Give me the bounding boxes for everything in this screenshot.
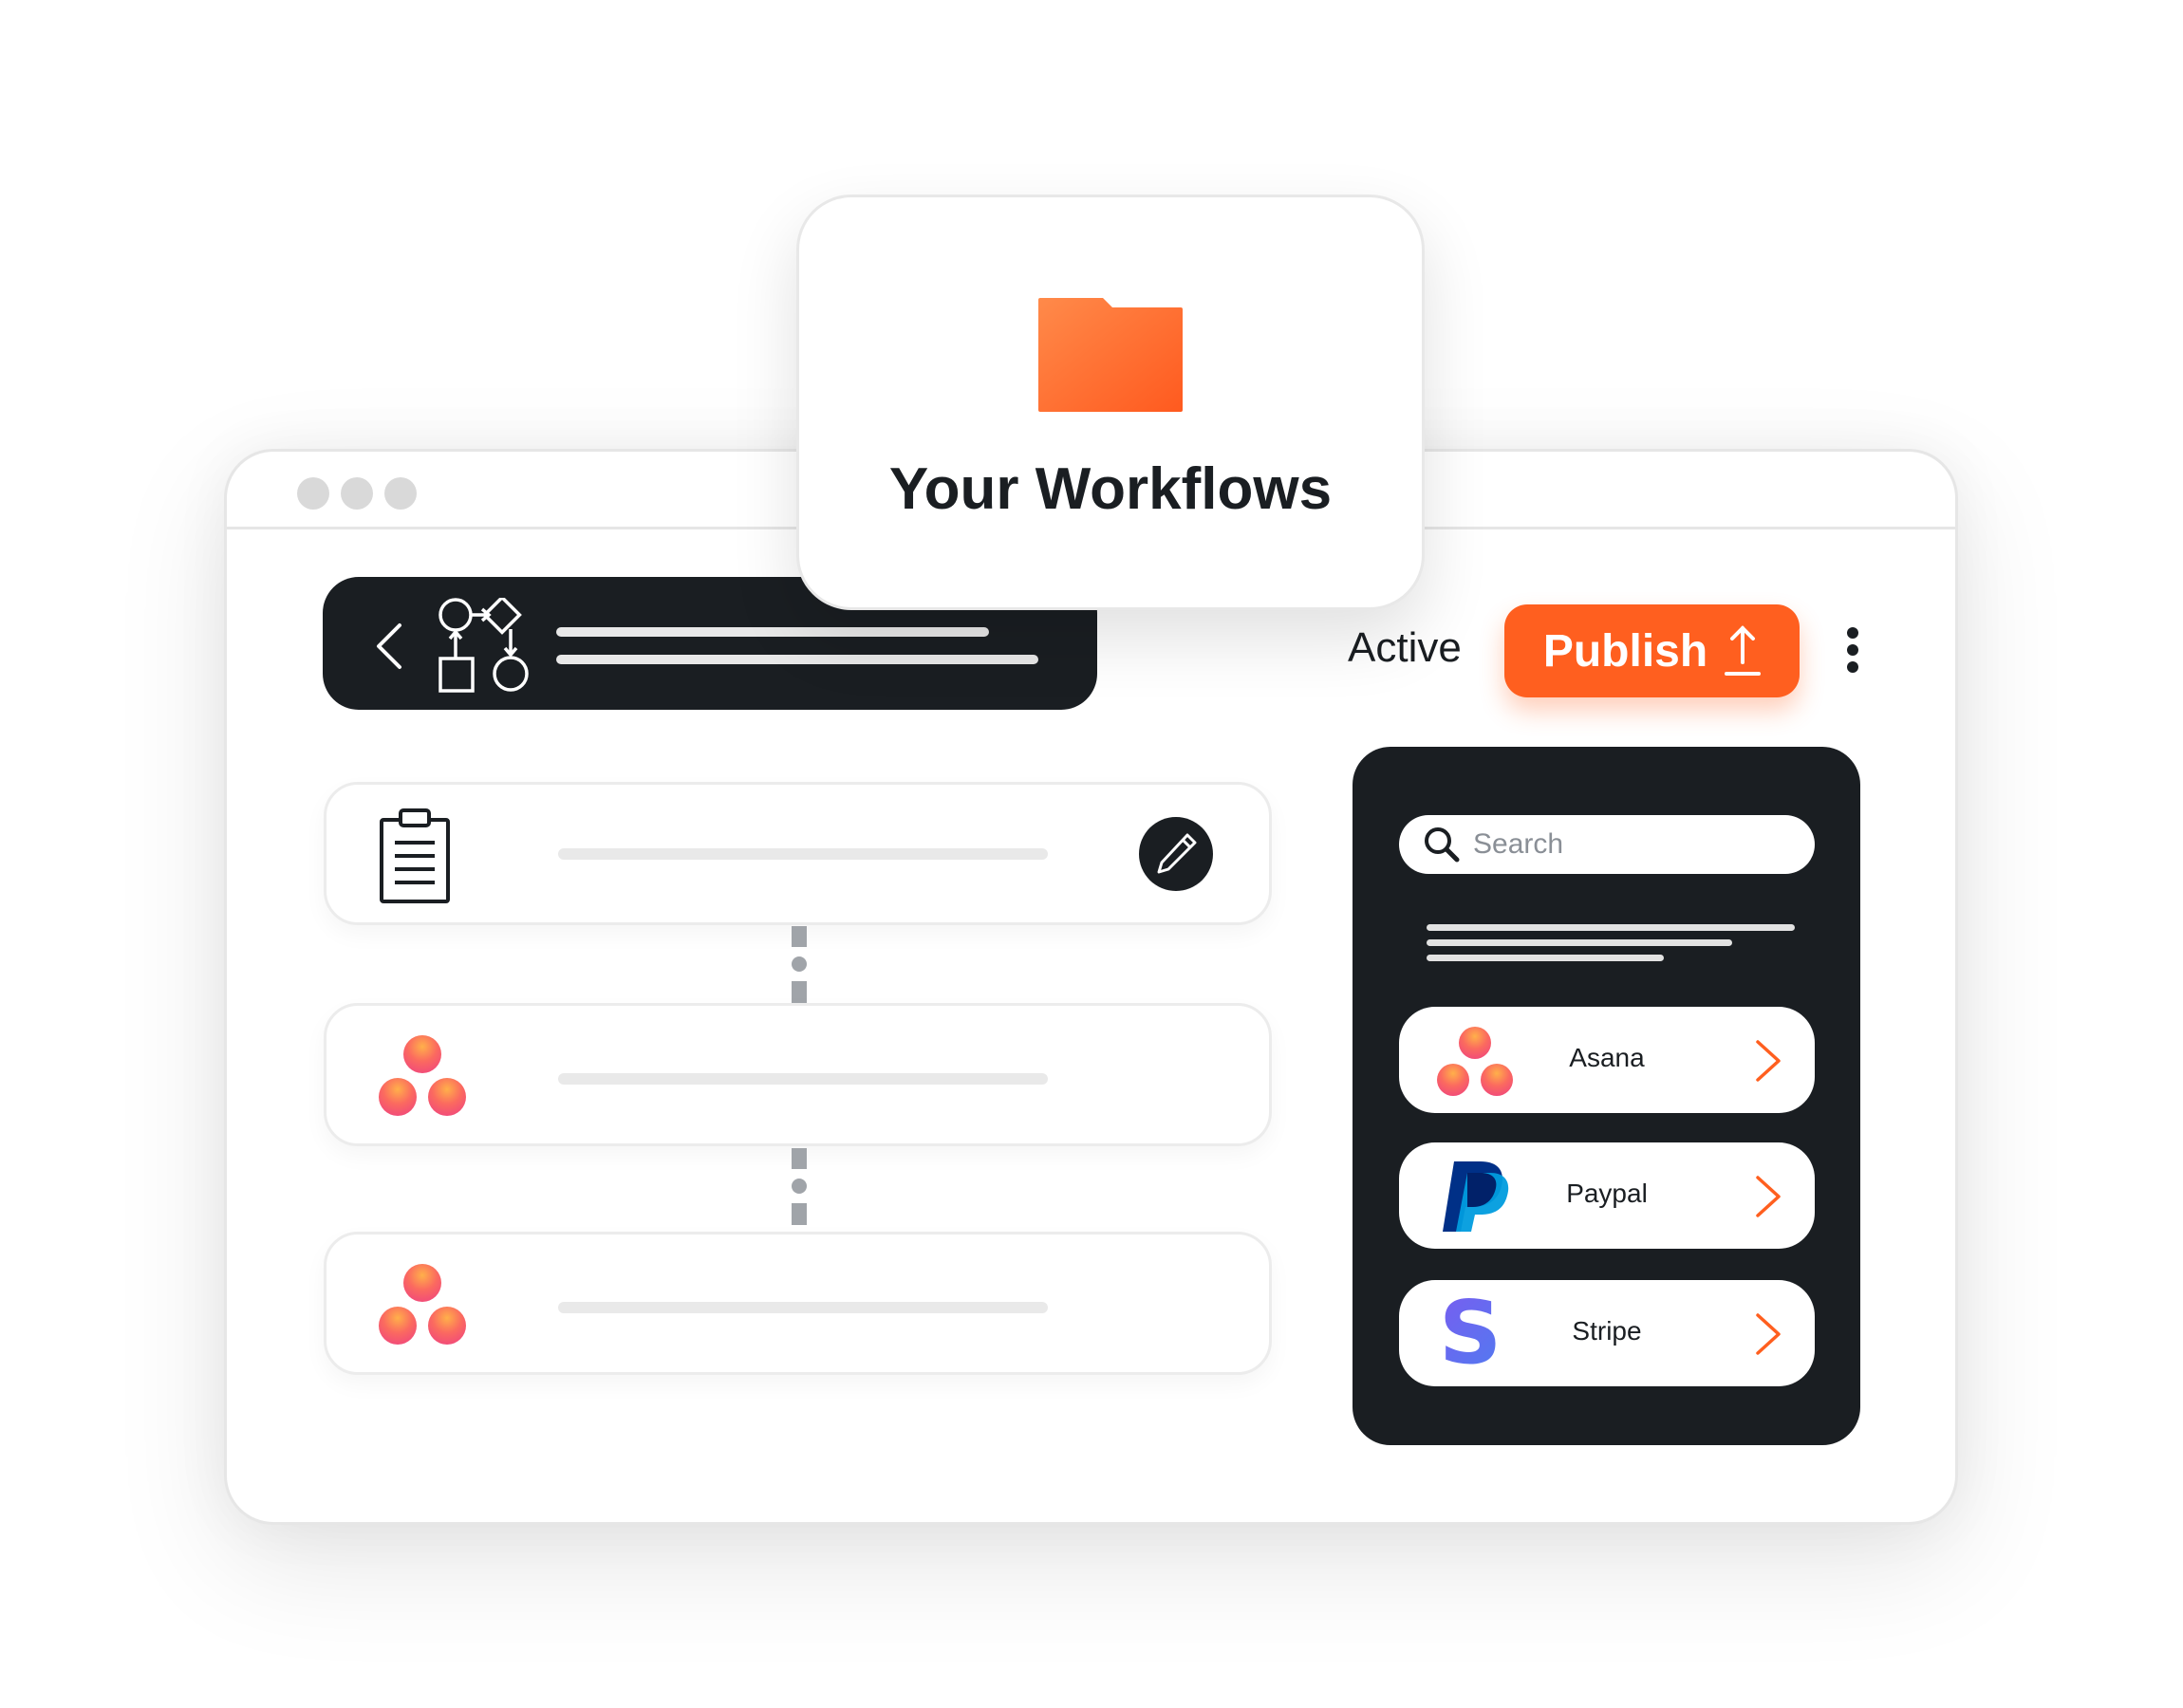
pencil-icon[interactable] (1138, 816, 1214, 892)
panel-text-placeholder-3 (1427, 955, 1664, 961)
workflows-title: Your Workflows (888, 456, 1333, 522)
app-label-paypal: Paypal (1566, 1179, 1648, 1208)
app-item-stripe[interactable]: S Stripe (1399, 1280, 1815, 1386)
workflow-step-asana-2[interactable] (324, 1232, 1272, 1375)
app-picker-panel: Asana Paypal S Stripe (1353, 747, 1860, 1445)
publish-button[interactable]: Publish (1504, 604, 1800, 697)
panel-text-placeholder-2 (1427, 939, 1732, 946)
app-item-paypal[interactable]: Paypal (1399, 1142, 1815, 1249)
step-connector (792, 926, 807, 1003)
your-workflows-card[interactable]: Your Workflows (796, 195, 1425, 610)
step-text-placeholder (558, 848, 1048, 860)
search-field[interactable] (1399, 815, 1815, 874)
app-item-asana[interactable]: Asana (1399, 1007, 1815, 1113)
publish-button-label: Publish (1542, 625, 1708, 677)
panel-text-placeholder-1 (1427, 924, 1795, 931)
header-text-placeholder-2 (556, 655, 1038, 664)
chevron-right-icon (1756, 1176, 1781, 1217)
chevron-right-icon (1756, 1040, 1781, 1082)
status-label[interactable]: Active (1348, 624, 1462, 672)
header-text-placeholder-1 (556, 627, 989, 637)
clipboard-icon (380, 808, 450, 903)
more-vertical-icon[interactable] (1846, 626, 1859, 674)
step-connector (792, 1148, 807, 1225)
window-dot-close[interactable] (297, 477, 329, 510)
chevron-right-icon (1756, 1313, 1781, 1355)
search-input[interactable] (1471, 827, 1779, 862)
window-dot-maximize[interactable] (384, 477, 417, 510)
flowchart-icon (438, 598, 529, 693)
workflow-step-asana-1[interactable] (324, 1003, 1272, 1146)
asana-logo-icon (379, 1035, 466, 1116)
asana-logo-icon (379, 1264, 466, 1345)
step-text-placeholder (558, 1302, 1048, 1313)
chevron-left-icon[interactable] (375, 622, 403, 670)
folder-icon (1038, 298, 1183, 412)
app-label-stripe: Stripe (1572, 1316, 1642, 1346)
search-icon (1425, 827, 1460, 863)
app-label-asana: Asana (1569, 1043, 1645, 1072)
workflow-step-trigger[interactable] (324, 782, 1272, 925)
window-dot-minimize[interactable] (341, 477, 373, 510)
step-text-placeholder (558, 1073, 1048, 1085)
upload-icon (1725, 625, 1762, 676)
